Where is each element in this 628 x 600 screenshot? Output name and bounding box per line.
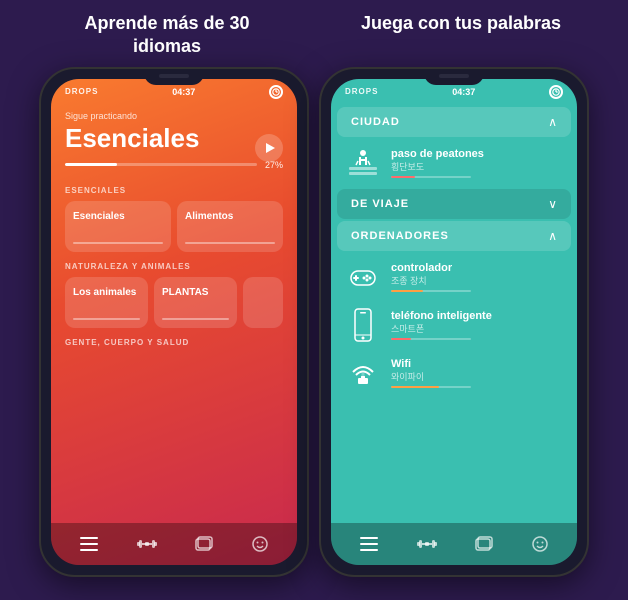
right-nav-list-icon[interactable]: [360, 537, 378, 551]
animales-card[interactable]: Los animales: [65, 277, 148, 328]
telefono-progress: [391, 338, 471, 340]
right-app-name: DROPS: [345, 87, 378, 96]
right-timer-icon: [549, 85, 563, 99]
partial-card: [243, 277, 283, 328]
play-button[interactable]: [255, 134, 283, 162]
top-headings: Aprende más de 30 idiomas Juega con tus …: [0, 0, 628, 67]
wifi-icon: [345, 355, 381, 391]
right-phone: DROPS 04:37 CIUDAD ∧: [319, 67, 589, 577]
animales-cards: Los animales PLANTAS: [65, 277, 283, 328]
telefono-translation: 스마트폰: [391, 322, 563, 335]
section2-label: NATURALEZA Y ANIMALES: [65, 262, 283, 271]
card1-bar: [73, 242, 163, 244]
ordenadores-header[interactable]: ORDENADORES ∧: [337, 221, 571, 251]
gamepad-icon: [345, 259, 381, 295]
timer-icon: [269, 85, 283, 99]
wifi-progress: [391, 386, 471, 388]
right-phone-content: CIUDAD ∧: [331, 101, 577, 401]
play-triangle-icon: [266, 143, 275, 153]
card1-label: Esenciales: [73, 211, 163, 222]
card4-label: PLANTAS: [162, 287, 229, 298]
right-bottom-nav: [331, 523, 577, 565]
telefono-info: teléfono inteligente 스마트폰: [391, 310, 563, 340]
wifi-word: Wifi: [391, 358, 563, 370]
section1-label: ESENCIALES: [65, 186, 283, 195]
progress-fill: [65, 163, 117, 166]
progress-bar: [65, 163, 257, 166]
right-nav-face-icon[interactable]: [532, 536, 548, 552]
esenciales-card[interactable]: Esenciales: [65, 201, 171, 252]
left-time: 04:37: [172, 87, 195, 97]
nav-barbell-icon[interactable]: [137, 537, 157, 551]
controlador-item[interactable]: controlador 조종 장치: [331, 253, 577, 301]
right-heading: Juega con tus palabras: [314, 12, 608, 59]
de-viaje-chevron: ∨: [548, 197, 557, 211]
telefono-item[interactable]: teléfono inteligente 스마트폰: [331, 301, 577, 349]
section3-label: GENTE, CUERPO Y SALUD: [65, 338, 283, 347]
progress-row: 27%: [65, 160, 283, 170]
controlador-word: controlador: [391, 262, 563, 274]
plantas-card[interactable]: PLANTAS: [154, 277, 237, 328]
card3-label: Los animales: [73, 287, 140, 298]
wifi-fill: [391, 386, 439, 388]
card4-bar: [162, 318, 229, 320]
left-bottom-nav: [51, 523, 297, 565]
left-app-name: DROPS: [65, 87, 98, 96]
pedestrian-icon: [345, 145, 381, 181]
phones-container: DROPS 04:37 Sigue practicando Esenciales…: [0, 67, 628, 577]
ciudad-chevron: ∧: [548, 115, 557, 129]
controlador-translation: 조종 장치: [391, 274, 563, 287]
ordenadores-chevron: ∧: [548, 229, 557, 243]
controlador-info: controlador 조종 장치: [391, 262, 563, 292]
right-nav-cards-icon[interactable]: [475, 536, 493, 552]
de-viaje-label: DE VIAJE: [351, 198, 409, 210]
paso-peatones-item[interactable]: paso de peatones 횡단보도: [331, 139, 577, 187]
controlador-fill: [391, 290, 423, 292]
telefono-word: teléfono inteligente: [391, 310, 563, 322]
nav-list-icon[interactable]: [80, 537, 98, 551]
paso-peatones-translation: 횡단보도: [391, 160, 563, 173]
nav-cards-icon[interactable]: [195, 536, 213, 552]
card2-label: Alimentos: [185, 211, 275, 222]
main-word-title: Esenciales: [65, 123, 283, 154]
esenciales-cards: Esenciales Alimentos: [65, 201, 283, 252]
left-phone: DROPS 04:37 Sigue practicando Esenciales…: [39, 67, 309, 577]
paso-peatones-info: paso de peatones 횡단보도: [391, 148, 563, 178]
card2-bar: [185, 242, 275, 244]
subtitle-text: Sigue practicando: [65, 111, 283, 121]
paso-peatones-fill: [391, 176, 415, 178]
alimentos-card[interactable]: Alimentos: [177, 201, 283, 252]
right-time: 04:37: [452, 87, 475, 97]
card3-bar: [73, 318, 140, 320]
controlador-progress: [391, 290, 471, 292]
de-viaje-header[interactable]: DE VIAJE ∨: [337, 189, 571, 219]
left-phone-content: Sigue practicando Esenciales 27% ESENCIA…: [51, 101, 297, 363]
nav-face-icon[interactable]: [252, 536, 268, 552]
ordenadores-label: ORDENADORES: [351, 230, 449, 242]
left-heading: Aprende más de 30 idiomas: [20, 12, 314, 59]
ciudad-header[interactable]: CIUDAD ∧: [337, 107, 571, 137]
right-nav-barbell-icon[interactable]: [417, 537, 437, 551]
ciudad-label: CIUDAD: [351, 116, 400, 128]
telefono-fill: [391, 338, 411, 340]
paso-peatones-word: paso de peatones: [391, 148, 563, 160]
paso-peatones-progress: [391, 176, 471, 178]
smartphone-icon: [345, 307, 381, 343]
wifi-translation: 와이파이: [391, 370, 563, 383]
wifi-info: Wifi 와이파이: [391, 358, 563, 388]
wifi-item[interactable]: Wifi 와이파이: [331, 349, 577, 397]
